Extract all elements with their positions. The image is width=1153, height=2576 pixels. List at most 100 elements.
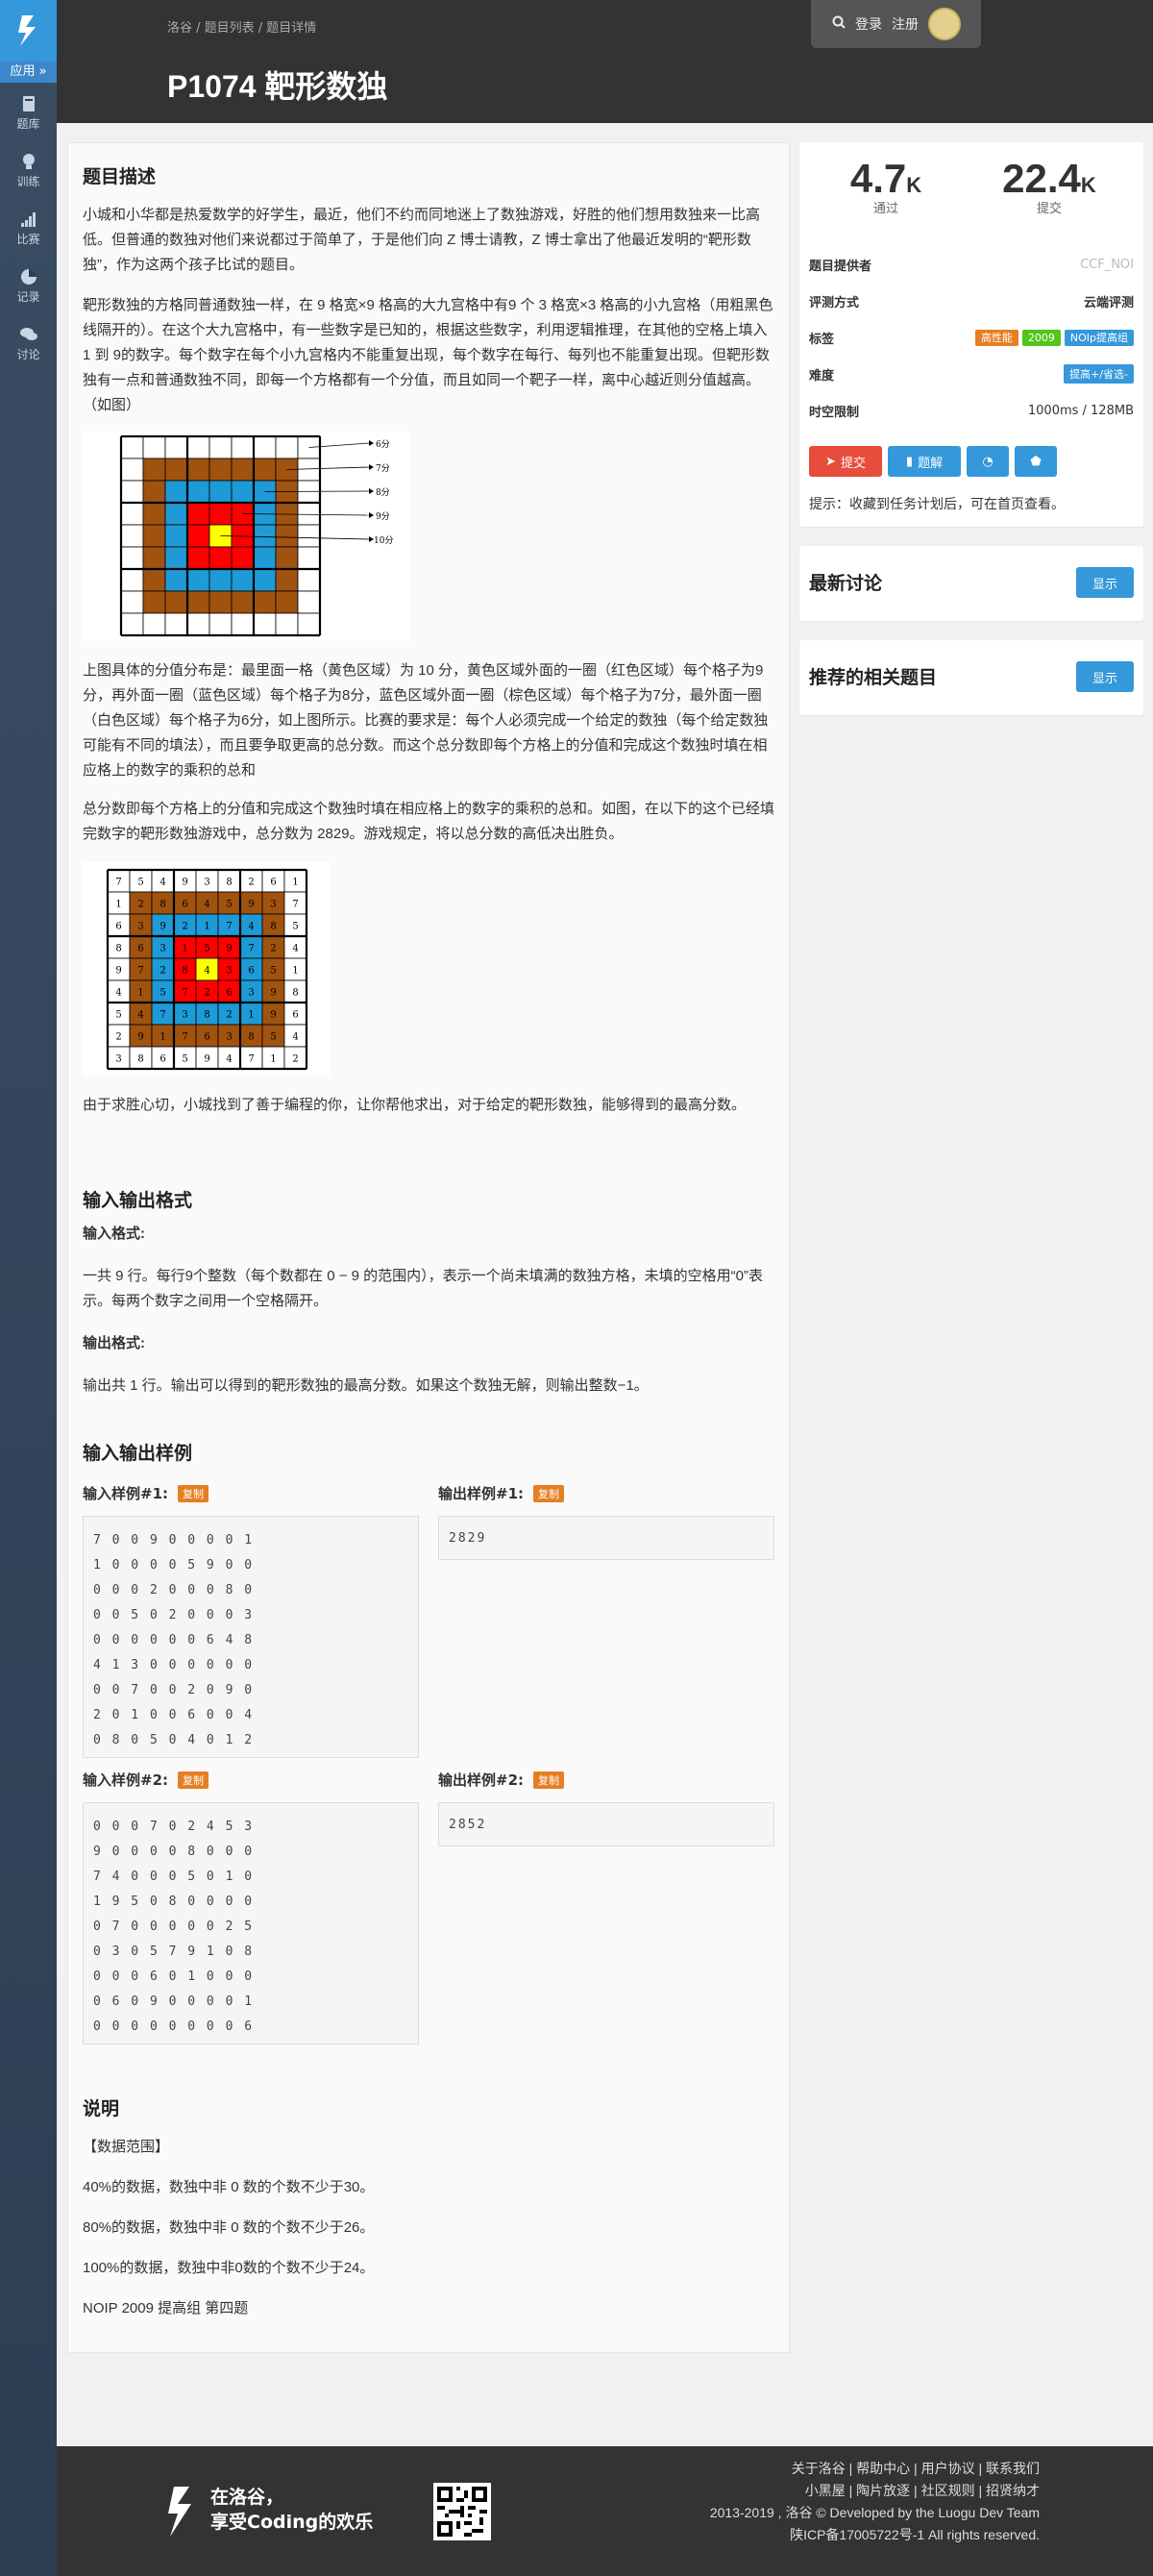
target-cell	[164, 502, 188, 526]
target-cell	[275, 435, 299, 459]
search-icon[interactable]	[832, 15, 846, 33]
target-cell	[231, 480, 255, 504]
score-label: 6分	[376, 439, 390, 450]
book-open-icon: ▮	[905, 454, 914, 469]
score-label: 10分	[374, 535, 393, 546]
sidebar-item-training[interactable]: 训练	[0, 146, 57, 198]
notes-line: 80%的数据，数独中非 0 数的个数不少于26。	[83, 2219, 375, 2236]
discussion-show-button[interactable]: 显示	[1076, 567, 1134, 598]
luogu-logo-icon[interactable]	[0, 0, 57, 62]
problem-content: 题目描述 小城和小华都是热爱数学的好学生，最近，他们不约而同地迷上了数独游戏，好…	[67, 142, 790, 2353]
breadcrumb[interactable]: 洛谷 / 题目列表 / 题目详情	[167, 17, 316, 36]
grid-cell-number: 4	[292, 944, 298, 954]
related-card: 推荐的相关题目 显示	[799, 640, 1143, 715]
pie-chart-icon	[19, 267, 38, 286]
grid-cell-number: 1	[292, 878, 298, 888]
tag-badge[interactable]: 2009	[1021, 330, 1061, 346]
grid-cell-number: 6	[292, 1010, 298, 1021]
sample-input-1[interactable]: 7 0 0 9 0 0 0 0 1 1 0 0 0 0 5 9 0 0 0 0 …	[83, 1516, 419, 1758]
description-paragraph: 小城和小华都是热爱数学的好学生，最近，他们不约而同地迷上了数独游戏，好胜的他们想…	[83, 207, 761, 273]
tag-badge[interactable]: 高性能	[974, 330, 1018, 346]
tag-button[interactable]: ⬟	[1015, 446, 1057, 477]
copyright-text: 2013-2019 , 洛谷 © Developed by the Luogu …	[709, 2505, 1040, 2520]
grid-cell-number: 1	[115, 900, 121, 910]
copy-button[interactable]: 复制	[178, 1771, 209, 1789]
grid-cell-number: 3	[226, 1032, 232, 1043]
copy-button[interactable]: 复制	[178, 1484, 209, 1502]
grid-cell-number: 6	[159, 1054, 165, 1065]
difficulty-badge[interactable]: 提高+/省选-	[1064, 364, 1134, 384]
grid-cell-number: 4	[292, 1032, 298, 1043]
sidebar-item-records[interactable]: 记录	[0, 261, 57, 313]
icp-text: 陕ICP备17005722号-1 All rights reserved.	[790, 2527, 1040, 2542]
submit-button-label: 提交	[840, 456, 866, 471]
copy-button[interactable]: 复制	[533, 1484, 565, 1502]
grid-cell-number: 9	[270, 988, 276, 999]
score-label: 7分	[376, 463, 390, 474]
score-arrow	[264, 490, 370, 492]
discussion-title: 最新讨论	[809, 573, 883, 594]
solution-button[interactable]: ▮ 题解	[888, 446, 961, 477]
sample-output-label: 输出样例#2: 复制	[438, 1770, 565, 1790]
sample-label-text: 输出样例#2:	[438, 1771, 525, 1789]
sidebar-item-label: 记录	[16, 290, 40, 304]
description-heading: 题目描述	[83, 166, 157, 187]
statistics-button[interactable]: ◔	[967, 446, 1009, 477]
bar-chart-icon	[19, 210, 38, 229]
grid-cell-number: 8	[182, 966, 187, 977]
difficulty-label: 难度	[809, 368, 835, 384]
slogan-line: 享受Coding的欢乐	[210, 2512, 374, 2533]
register-link[interactable]: 注册	[892, 14, 919, 34]
login-link[interactable]: 登录	[855, 14, 882, 34]
sidebar-item-contest[interactable]: 比赛	[0, 204, 57, 256]
lightbulb-icon	[19, 152, 38, 171]
footer-slogan: 在洛谷， 享受Coding的欢乐	[210, 2485, 373, 2535]
provider-value[interactable]: CCF_NOI	[1080, 258, 1134, 272]
grid-cell-number: 5	[204, 944, 209, 954]
avatar[interactable]	[928, 8, 961, 40]
grid-cell-number: 6	[182, 900, 187, 910]
grid-cell-number: 1	[204, 922, 209, 932]
footer-link-row[interactable]: 关于洛谷 | 帮助中心 | 用户协议 | 联系我们	[710, 2458, 1040, 2480]
grid-cell-number: 8	[204, 1010, 209, 1021]
score-label: 8分	[376, 487, 390, 498]
grid-cell-number: 5	[137, 878, 143, 888]
submit-button[interactable]: ➤ 提交	[809, 446, 882, 477]
target-cell	[253, 546, 277, 570]
target-cell	[253, 612, 277, 636]
grid-cell-number: 7	[137, 966, 143, 977]
grid-cell-number: 3	[270, 900, 276, 910]
grid-cell-number: 9	[159, 922, 165, 932]
sample-output-2[interactable]: 2852	[438, 1802, 774, 1846]
copy-button[interactable]: 复制	[533, 1771, 565, 1789]
input-format-label: 输入格式:	[83, 1226, 145, 1242]
grid-cell-number: 1	[292, 966, 298, 977]
target-cell	[142, 502, 166, 526]
score-explanation-paragraph: 上图具体的分值分布是：最里面一格（黄色区域）为 10 分，黄色区域外面的一圈（红…	[83, 662, 769, 779]
grid-cell-number: 5	[292, 922, 298, 932]
target-cell	[231, 568, 255, 592]
submitted-unit: K	[1080, 173, 1096, 197]
sidebar-item-problems[interactable]: 题库	[0, 88, 57, 140]
target-cell	[186, 524, 210, 548]
sidebar-item-discuss[interactable]: 讨论	[0, 319, 57, 371]
app-menu-toggle[interactable]: 应用 »	[0, 62, 57, 83]
grid-cell-number: 5	[182, 1054, 187, 1065]
target-cell	[164, 612, 188, 636]
grid-cell-number: 7	[182, 1032, 187, 1043]
grid-cell-number: 5	[270, 1032, 276, 1043]
target-cell	[186, 568, 210, 592]
grid-cell-number: 8	[270, 922, 276, 932]
grid-cell-number: 2	[182, 922, 187, 932]
target-cell	[253, 524, 277, 548]
sample-input-2[interactable]: 0 0 0 7 0 2 4 5 3 9 0 0 0 0 8 0 0 0 7 4 …	[83, 1802, 419, 2044]
sample-output-1[interactable]: 2829	[438, 1516, 774, 1560]
sample-label-text: 输入样例#2:	[83, 1771, 169, 1789]
footer-link-row[interactable]: 小黑屋 | 陶片放逐 | 社区规则 | 招贤纳才	[710, 2480, 1040, 2502]
grid-cell-number: 2	[204, 988, 209, 999]
sidebar-item-label: 题库	[16, 117, 40, 131]
tag-badge[interactable]: NOIp提高组	[1064, 330, 1134, 346]
target-cell	[297, 590, 321, 614]
related-show-button[interactable]: 显示	[1076, 661, 1134, 692]
notes-heading: 说明	[83, 2098, 120, 2119]
